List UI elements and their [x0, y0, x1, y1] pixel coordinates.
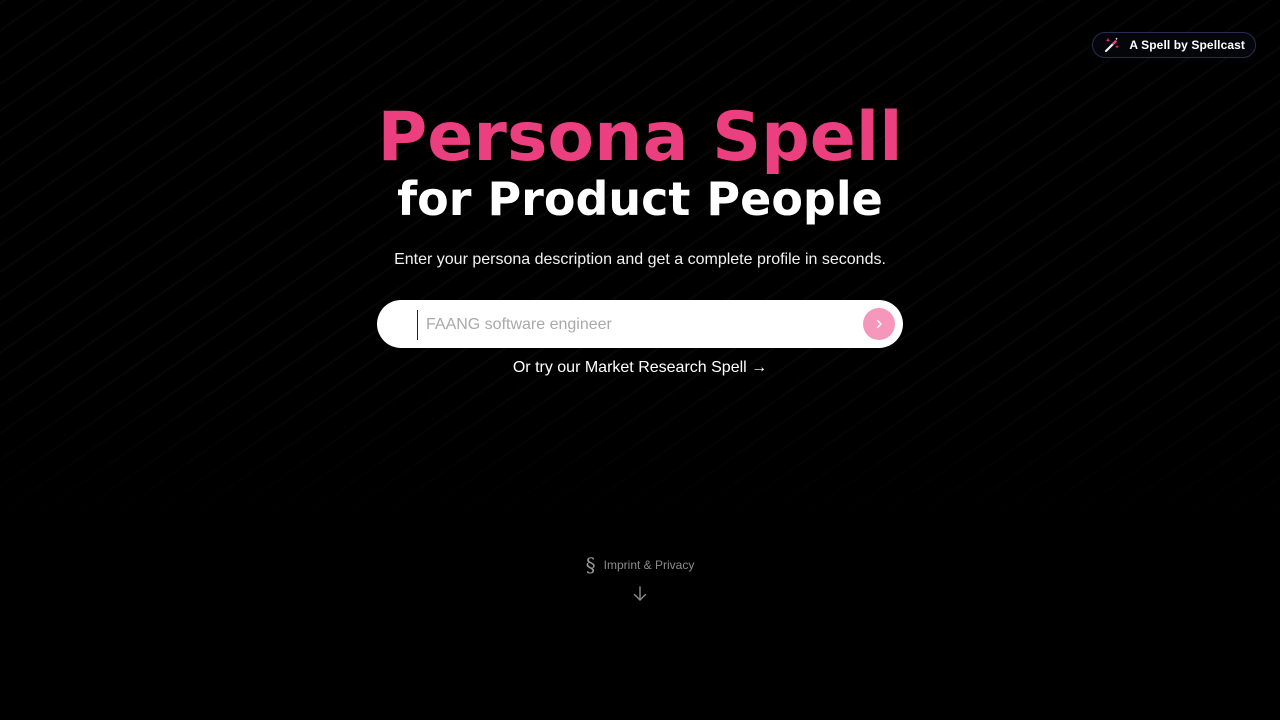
- footer: § Imprint & Privacy: [0, 555, 1280, 575]
- background-fade: [0, 360, 1280, 720]
- badge-label: A Spell by Spellcast: [1129, 38, 1245, 52]
- chevron-right-icon: [876, 319, 882, 329]
- imprint-privacy-link[interactable]: Imprint & Privacy: [604, 558, 695, 572]
- page-subtitle: for Product People: [397, 172, 883, 226]
- submit-button[interactable]: [863, 308, 895, 340]
- market-research-link-text: Or try our Market Research Spell: [512, 359, 747, 376]
- spellcast-badge-link[interactable]: A Spell by Spellcast: [1092, 32, 1256, 58]
- section-sign-icon: §: [585, 553, 596, 577]
- hero-section: Persona Spell for Product People Enter y…: [0, 98, 1280, 270]
- market-research-spell-link[interactable]: Or try our Market Research Spell →: [0, 358, 1280, 378]
- arrow-right-icon: →: [751, 359, 768, 376]
- persona-description-input[interactable]: [417, 310, 837, 340]
- magic-wand-icon: [1105, 37, 1120, 53]
- page-title: Persona Spell: [377, 98, 903, 177]
- page-description: Enter your persona description and get a…: [394, 251, 886, 268]
- arrow-down-icon[interactable]: [632, 585, 648, 603]
- persona-search-form: [377, 300, 903, 348]
